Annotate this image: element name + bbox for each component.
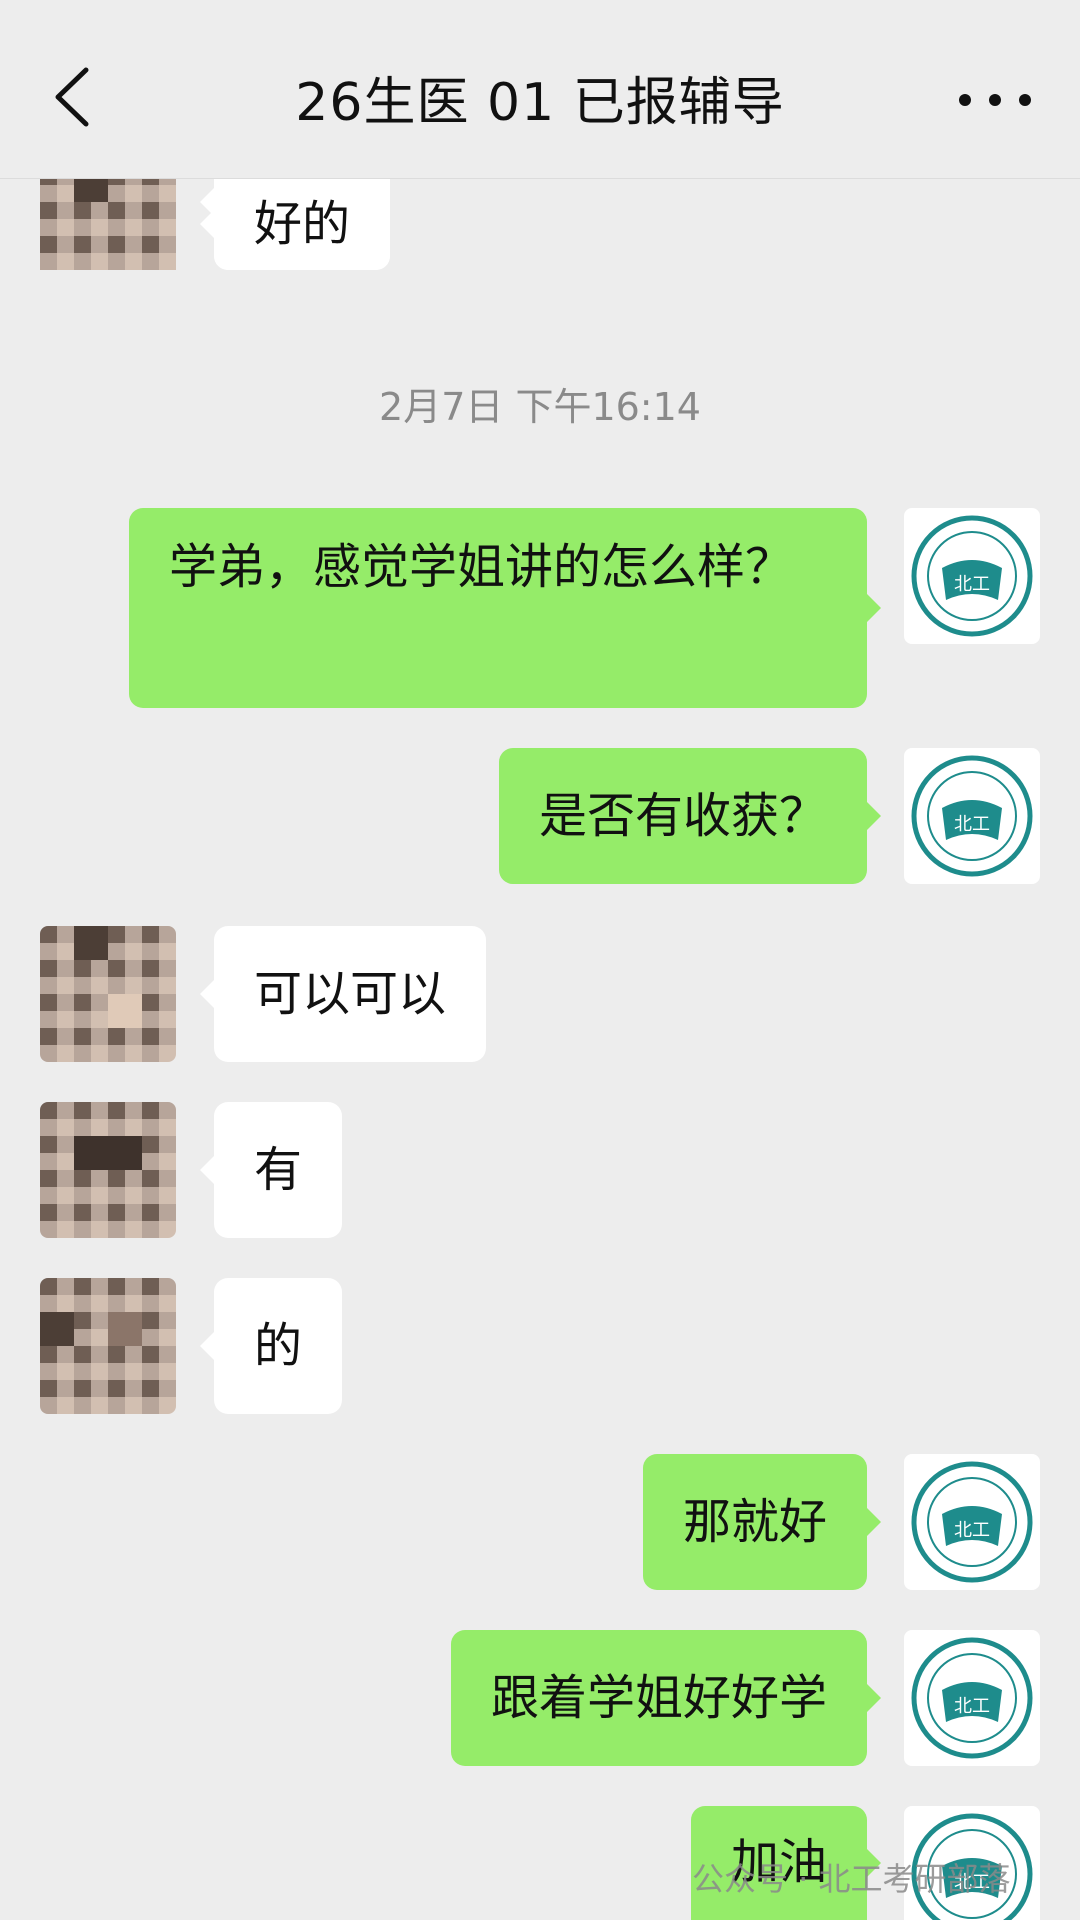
my-avatar[interactable]: 北工 [904,1454,1040,1590]
svg-text:北工: 北工 [954,1696,990,1717]
message-timestamp: 2月7日 下午16:14 [379,385,701,429]
message-bubble-incoming[interactable]: 有 [199,1102,343,1238]
my-avatar[interactable]: 北工 [904,1630,1040,1766]
svg-text:北工: 北工 [954,814,990,835]
university-logo-icon: 北工 [911,755,1033,877]
ellipsis-icon [959,94,1031,106]
university-logo-icon: 北工 [911,515,1033,637]
my-avatar[interactable]: 北工 [904,508,1040,644]
university-logo-icon: 北工 [911,1461,1033,1583]
blurred-avatar-icon [40,178,176,270]
message-bubble-outgoing[interactable]: 学弟，感觉学姐讲的怎么样？ [129,508,881,708]
blurred-avatar-icon [40,926,176,1062]
more-button-overlay[interactable] [950,70,1040,130]
watermark: 公众号 · 北工考研部落 [692,1860,1011,1898]
message-bubble-incoming-visible[interactable]: 好的 [199,178,391,270]
my-avatar[interactable]: 北工 [904,748,1040,884]
university-logo-icon: 北工 [911,1637,1033,1759]
contact-avatar[interactable] [40,1102,176,1238]
svg-text:北工: 北工 [954,574,990,595]
svg-text:北工: 北工 [954,1520,990,1541]
message-bubble-incoming[interactable]: 可以可以 [199,926,487,1062]
message-bubble-outgoing[interactable]: 是否有收获？ [498,748,882,884]
blurred-avatar-icon [40,1278,176,1414]
contact-avatar[interactable] [40,926,176,1062]
message-bubble-outgoing[interactable]: 跟着学姐好好学 [450,1630,882,1766]
blurred-avatar-icon [40,1102,176,1238]
chat-title-overlay: 26生医 01 已报辅导 [295,73,785,133]
chat-header-overlay: 26生医 01 已报辅导 [0,0,1080,179]
contact-avatar[interactable] [40,1278,176,1414]
message-bubble-outgoing[interactable]: 那就好 [642,1454,882,1590]
message-bubble-incoming[interactable]: 的 [199,1278,343,1414]
contact-avatar-visible [40,178,176,270]
